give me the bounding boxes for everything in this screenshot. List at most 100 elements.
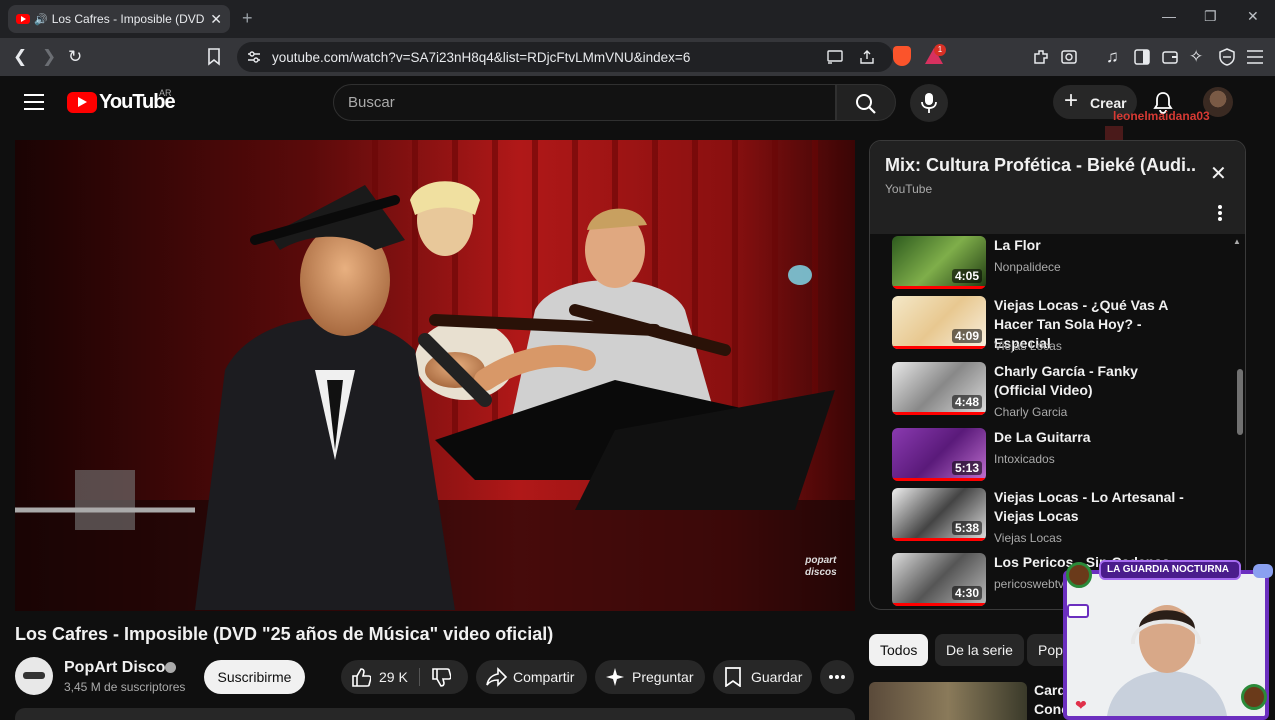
description-box[interactable]	[15, 708, 855, 720]
address-bar[interactable]: youtube.com/watch?v=SA7i23nH8q4&list=RDj…	[237, 42, 893, 72]
playlist-item[interactable]: 5:13 De La Guitarra Intoxicados	[892, 428, 1232, 486]
recommendation-title-line1[interactable]: Card	[1034, 682, 1066, 698]
chip-from-series[interactable]: De la serie	[935, 634, 1024, 666]
youtube-logo-icon[interactable]	[67, 92, 97, 113]
window-minimize-button[interactable]: —	[1162, 8, 1176, 24]
ask-button[interactable]: Preguntar	[595, 660, 705, 694]
playlist-item-title[interactable]: Viejas Locas - Lo Artesanal - Viejas Loc…	[994, 488, 1184, 526]
voice-search-button[interactable]	[910, 84, 948, 122]
brave-shields-icon[interactable]	[893, 46, 911, 66]
tab-close-icon[interactable]: ✕	[210, 11, 222, 28]
tab-title: Los Cafres - Imposible (DVD	[51, 12, 205, 26]
video-player[interactable]: popart discos	[15, 140, 855, 611]
video-thumbnail[interactable]: 4:48	[892, 362, 986, 415]
leo-ai-icon[interactable]: ✧	[1189, 47, 1203, 67]
watched-progress	[892, 412, 986, 415]
playlist-subtitle: YouTube	[885, 182, 933, 196]
music-note-icon[interactable]: ♫	[1106, 47, 1119, 67]
playlist-title[interactable]: Mix: Cultura Profética - Bieké (Audi...	[885, 155, 1195, 176]
thumbs-down-icon[interactable]	[431, 668, 451, 688]
speaker-icon[interactable]: 🔊	[34, 13, 48, 26]
playlist-item-title[interactable]: Charly García - Fanky (Official Video)	[994, 362, 1184, 400]
bookmark-icon[interactable]	[207, 48, 221, 66]
duration-badge: 5:13	[951, 461, 982, 475]
video-thumbnail[interactable]: 5:38	[892, 488, 986, 541]
video-watermark: popart discos	[805, 555, 837, 578]
site-settings-icon[interactable]	[247, 50, 261, 64]
subscribe-button[interactable]: Suscribirme	[204, 660, 305, 694]
playlist-panel: Mix: Cultura Profética - Bieké (Audi... …	[869, 140, 1246, 610]
share-button[interactable]: Compartir	[476, 660, 587, 694]
watched-progress	[892, 538, 986, 541]
playlist-scrollbar[interactable]	[1237, 369, 1243, 435]
microphone-icon	[921, 93, 937, 113]
new-tab-button[interactable]: +	[242, 8, 253, 29]
playlist-item-title[interactable]: De La Guitarra	[994, 428, 1184, 447]
playlist-item-channel: Intoxicados	[994, 452, 1055, 466]
channel-name[interactable]: PopArt Discos	[64, 659, 174, 677]
heart-icon: ❤	[1075, 697, 1087, 713]
share-page-icon[interactable]	[859, 49, 875, 65]
search-box[interactable]: Buscar	[333, 84, 836, 121]
sparkle-icon	[606, 668, 624, 686]
back-arrow-icon[interactable]: ❮	[13, 47, 27, 67]
share-arrow-icon	[486, 667, 508, 687]
save-button[interactable]: Guardar	[713, 660, 812, 694]
playlist-item[interactable]: 5:38 Viejas Locas - Lo Artesanal - Vieja…	[892, 488, 1232, 546]
video-frame	[15, 140, 855, 611]
playlist-header: Mix: Cultura Profética - Bieké (Audi... …	[870, 141, 1245, 234]
chip-all[interactable]: Todos	[869, 634, 929, 666]
reload-icon[interactable]: ↻	[68, 47, 82, 67]
extensions-icon[interactable]	[1032, 48, 1050, 66]
like-count[interactable]: 29 K	[379, 660, 408, 694]
overlay-badge: LA GUARDIA NOCTURNA	[1099, 560, 1241, 580]
mate-icon	[1241, 684, 1267, 710]
webcam-overlay: LA GUARDIA NOCTURNA ❤	[1063, 560, 1275, 720]
video-thumbnail[interactable]: 4:30	[892, 553, 986, 606]
more-vertical-icon[interactable]	[1218, 205, 1222, 221]
wallet-icon[interactable]	[1161, 48, 1179, 66]
subscriber-count: 3,45 M de suscriptores	[64, 680, 186, 694]
video-thumbnail[interactable]: 5:13	[892, 428, 986, 481]
watched-progress	[892, 286, 986, 289]
playlist-item[interactable]: 4:05 La Flor Nonpalidece	[892, 236, 1232, 294]
playlist-item-channel: Charly Garcia	[994, 405, 1068, 419]
webcam-frame	[1063, 570, 1269, 720]
video-thumbnail[interactable]: 4:09	[892, 296, 986, 349]
country-code: AR	[159, 88, 172, 98]
gamepad-icon	[1253, 564, 1273, 578]
screenshot-icon[interactable]	[1060, 48, 1078, 66]
video-title: Los Cafres - Imposible (DVD "25 años de …	[15, 624, 554, 644]
forward-arrow-icon[interactable]: ❯	[42, 47, 56, 67]
duration-badge: 5:38	[951, 521, 982, 535]
cast-icon[interactable]	[827, 50, 843, 64]
youtube-header: YouTube AR Buscar + Crear leonelmaidana0…	[0, 76, 1275, 140]
duration-badge: 4:48	[951, 395, 982, 409]
more-actions-button[interactable]	[820, 660, 854, 694]
save-label: Guardar	[751, 669, 803, 685]
window-close-button[interactable]: ✕	[1247, 8, 1259, 25]
thumbs-up-icon[interactable]	[351, 667, 371, 687]
browser-menu-icon[interactable]	[1246, 49, 1264, 65]
window-maximize-button[interactable]: ❐	[1204, 8, 1217, 25]
playlist-item-channel: Viejas Locas	[994, 531, 1062, 545]
hamburger-menu-icon[interactable]	[24, 94, 44, 110]
scroll-up-arrow-icon[interactable]: ▲	[1233, 237, 1241, 246]
chat-bubble-icon	[1067, 604, 1089, 618]
video-thumbnail[interactable]: 4:05	[892, 236, 986, 289]
close-icon[interactable]: ✕	[1210, 161, 1227, 186]
playlist-item[interactable]: 4:09 Viejas Locas - ¿Qué Vas A Hacer Tan…	[892, 296, 1232, 354]
search-button[interactable]	[836, 84, 896, 121]
browser-tab[interactable]: 🔊 Los Cafres - Imposible (DVD ✕	[8, 5, 230, 33]
duration-badge: 4:09	[951, 329, 982, 343]
watched-progress	[892, 478, 986, 481]
youtube-favicon-icon	[16, 14, 30, 24]
vpn-shield-icon[interactable]	[1218, 48, 1236, 66]
sidebar-icon[interactable]	[1133, 48, 1151, 66]
recommendation-thumbnail[interactable]	[869, 682, 1027, 720]
playlist-item-title[interactable]: La Flor	[994, 236, 1184, 255]
channel-avatar[interactable]	[15, 657, 53, 695]
playlist-item-channel: pericoswebtv	[994, 577, 1065, 591]
search-input[interactable]: Buscar	[348, 94, 818, 111]
playlist-item[interactable]: 4:48 Charly García - Fanky (Official Vid…	[892, 362, 1232, 420]
